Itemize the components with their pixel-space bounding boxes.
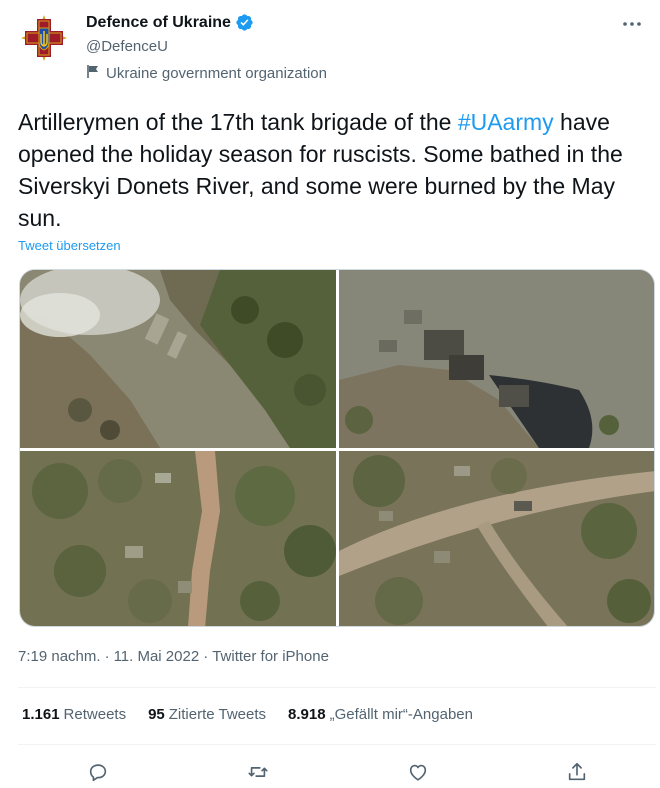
photo-river-crossing[interactable] (20, 270, 336, 448)
author-display-name[interactable]: Defence of Ukraine (86, 14, 231, 32)
tweet-meta: 7:19 nachm. · 11. Mai 2022 · Twitter for… (18, 648, 329, 665)
media-grid (19, 269, 655, 627)
photo-field-destroyed-vehicles[interactable] (339, 451, 654, 626)
reply-icon (89, 764, 107, 782)
meta-separator: · (104, 648, 110, 665)
likes-count: 8.918 (288, 706, 326, 723)
likes-stat[interactable]: 8.918 „Gefällt mir“-Angaben (288, 706, 473, 723)
tweet-actions (0, 756, 660, 788)
author-handle[interactable]: @DefenceU (86, 38, 168, 55)
tweet-date[interactable]: 11. Mai 2022 (114, 648, 200, 665)
reply-button[interactable] (84, 758, 112, 786)
retweet-button[interactable] (244, 758, 272, 786)
government-label: Ukraine government organization (106, 65, 327, 82)
tweet-text: Artillerymen of the 17th tank brigade of… (18, 106, 638, 234)
flag-icon (86, 64, 100, 83)
more-dots-icon (623, 22, 641, 26)
author-name-row: Defence of Ukraine (86, 13, 254, 32)
tweet-source[interactable]: Twitter for iPhone (212, 648, 329, 665)
like-button[interactable] (404, 758, 432, 786)
tweet-time[interactable]: 7:19 nachm. (18, 648, 101, 665)
more-options-button[interactable] (618, 10, 646, 38)
ministry-emblem-icon (21, 15, 67, 61)
likes-label: „Gefällt mir“-Angaben (329, 706, 473, 723)
tweet-card: Defence of Ukraine @DefenceU Ukraine gov… (0, 0, 660, 788)
tweet-stats: 1.161 Retweets 95 Zitierte Tweets 8.918 „Ge… (22, 706, 473, 723)
photo-destroyed-vehicles-riverbank[interactable] (339, 270, 654, 448)
retweets-count: 1.161 (22, 706, 60, 723)
verified-badge-icon (235, 13, 254, 32)
quotes-count: 95 (148, 706, 165, 723)
divider (18, 687, 656, 688)
avatar[interactable] (18, 12, 70, 64)
hashtag-link[interactable]: #UAarmy (458, 109, 554, 135)
retweets-label: Retweets (63, 706, 127, 723)
divider (18, 744, 656, 745)
retweet-icon (248, 767, 268, 777)
retweets-stat[interactable]: 1.161 Retweets (22, 706, 126, 723)
government-label-row: Ukraine government organization (86, 64, 327, 83)
share-button[interactable] (563, 758, 591, 786)
photo-forest-road-tanks[interactable] (20, 451, 336, 626)
share-icon (568, 762, 586, 781)
heart-icon (409, 764, 427, 781)
quotes-stat[interactable]: 95 Zitierte Tweets (148, 706, 266, 723)
quotes-label: Zitierte Tweets (168, 706, 267, 723)
tweet-text-start: Artillerymen of the 17th tank brigade of… (18, 109, 458, 135)
meta-separator: · (203, 648, 209, 665)
translate-link[interactable]: Tweet übersetzen (18, 238, 121, 253)
